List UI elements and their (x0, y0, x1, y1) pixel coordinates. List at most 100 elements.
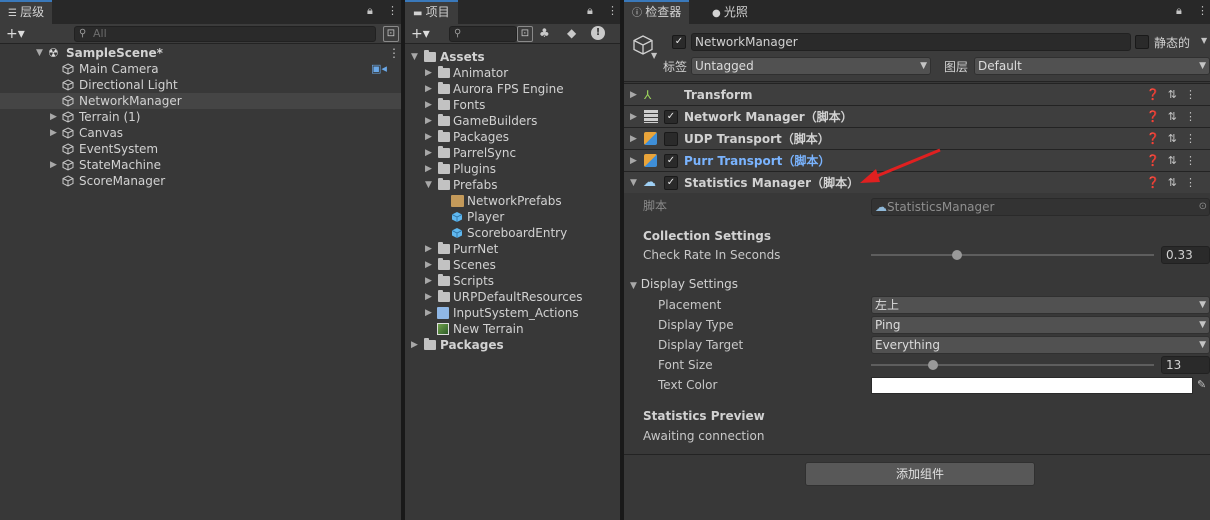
check-rate-slider-track[interactable] (871, 254, 1154, 256)
collapse-arrow-icon[interactable]: ▶ (425, 289, 432, 305)
create-button[interactable]: +▾ (411, 25, 430, 43)
collapse-arrow-icon[interactable]: ▶ (425, 305, 432, 321)
display-target-dropdown[interactable]: Everything ▼ (871, 336, 1210, 354)
component-header-icons[interactable]: ❓⇅⋮ (1146, 84, 1204, 106)
font-size-slider-handle[interactable] (928, 360, 938, 370)
collapse-arrow-icon[interactable]: ▶ (425, 97, 432, 113)
component-network-manager[interactable]: ▶ ✓ Network Manager（脚本） ❓⇅⋮ (624, 105, 1210, 127)
tag-dropdown[interactable]: Untagged ▼ (691, 57, 931, 75)
project-item-assets[interactable]: ▼ Assets (405, 49, 620, 65)
hierarchy-search-input[interactable]: ⚲ All (74, 26, 376, 42)
filter-by-label-icon[interactable]: ◆ (567, 26, 576, 40)
collapse-arrow-icon[interactable]: ▶ (425, 241, 432, 257)
active-checkbox[interactable]: ✓ (672, 35, 686, 49)
kebab-menu-icon[interactable]: ⋮ (607, 4, 618, 17)
object-picker-icon[interactable]: ⊙ (1199, 199, 1207, 215)
project-item-folder[interactable]: ▶ Fonts (405, 97, 620, 113)
tab-lighting[interactable]: ● 光照 (704, 0, 756, 24)
check-rate-slider-handle[interactable] (952, 250, 962, 260)
lock-icon[interactable]: 🔒︎ (367, 4, 373, 18)
tab-hierarchy[interactable]: ☰ 层级 (0, 0, 53, 24)
expand-arrow-icon[interactable]: ▼ (36, 45, 43, 61)
expand-arrow-icon[interactable]: ▼ (411, 49, 418, 65)
chevron-down-icon[interactable]: ▼ (651, 51, 657, 60)
project-item-folder[interactable]: ▶ Animator (405, 65, 620, 81)
project-item-folder[interactable]: ▶ ParrelSync (405, 145, 620, 161)
eyedropper-icon[interactable]: ✎ (1197, 375, 1206, 395)
component-header-icons[interactable]: ❓⇅⋮ (1146, 172, 1204, 194)
scene-row[interactable]: ▼ ☢ SampleScene* ⋮ (0, 45, 401, 61)
layer-dropdown[interactable]: Default ▼ (974, 57, 1210, 75)
project-item-folder[interactable]: ▶ Scenes (405, 257, 620, 273)
component-header-icons[interactable]: ❓⇅⋮ (1146, 150, 1204, 172)
project-item-input-actions[interactable]: ▶ InputSystem_Actions (405, 305, 620, 321)
scene-menu-icon[interactable]: ⋮ (388, 45, 400, 61)
kebab-menu-icon[interactable]: ⋮ (387, 4, 398, 17)
search-filter-icon[interactable]: ⊡ (383, 26, 399, 42)
collapse-arrow-icon[interactable]: ▶ (425, 257, 432, 273)
object-name-field[interactable]: NetworkManager (691, 33, 1131, 51)
hierarchy-item-networkmanager[interactable]: NetworkManager (0, 93, 401, 109)
project-item-folder[interactable]: ▶ PurrNet (405, 241, 620, 257)
collapse-arrow-icon[interactable]: ▶ (425, 273, 432, 289)
collapse-arrow-icon[interactable]: ▶ (50, 109, 57, 125)
project-item-folder[interactable]: ▶ Plugins (405, 161, 620, 177)
collapse-arrow-icon[interactable]: ▶ (425, 129, 432, 145)
collapse-arrow-icon[interactable]: ▶ (425, 145, 432, 161)
project-item-packages[interactable]: ▶ Packages (405, 337, 620, 353)
project-item-prefabs[interactable]: ▼ Prefabs (405, 177, 620, 193)
create-button[interactable]: +▾ (6, 25, 25, 43)
component-transform[interactable]: ▶ ⅄ Transform ❓⇅⋮ (624, 83, 1210, 105)
component-enabled-checkbox[interactable] (664, 132, 678, 146)
font-size-slider-track[interactable] (871, 364, 1154, 366)
component-header-icons[interactable]: ❓⇅⋮ (1146, 128, 1204, 150)
placement-dropdown[interactable]: 左上 ▼ (871, 296, 1210, 314)
project-item-terrain[interactable]: New Terrain (405, 321, 620, 337)
hierarchy-item-canvas[interactable]: ▶ Canvas (0, 125, 401, 141)
hierarchy-item-scoremanager[interactable]: ScoreManager (0, 173, 401, 189)
script-field[interactable]: ☁StatisticsManager ⊙ (871, 198, 1210, 216)
project-item-folder[interactable]: ▶ GameBuilders (405, 113, 620, 129)
expand-arrow-icon[interactable]: ▼ (425, 177, 432, 193)
project-item-prefab[interactable]: Player (405, 209, 620, 225)
collapse-arrow-icon[interactable]: ▶ (425, 81, 432, 97)
hierarchy-item-statemachine[interactable]: ▶ StateMachine (0, 157, 401, 173)
tab-inspector[interactable]: ⓘ 检查器 (624, 0, 690, 24)
project-search-input[interactable]: ⚲ (449, 26, 517, 42)
project-item-folder[interactable]: ▶ URPDefaultResources (405, 289, 620, 305)
collapse-arrow-icon[interactable]: ▶ (50, 157, 57, 173)
project-item-folder[interactable]: ▶ Scripts (405, 273, 620, 289)
collapse-arrow-icon[interactable]: ▶ (50, 125, 57, 141)
lock-icon[interactable]: 🔒︎ (1176, 4, 1182, 18)
collapse-arrow-icon[interactable]: ▶ (425, 161, 432, 177)
project-item-prefab[interactable]: ScoreboardEntry (405, 225, 620, 241)
project-item-folder[interactable]: ▶ Aurora FPS Engine (405, 81, 620, 97)
hierarchy-item-eventsystem[interactable]: EventSystem (0, 141, 401, 157)
hierarchy-item-main-camera[interactable]: Main Camera ▣◂ (0, 61, 401, 77)
component-enabled-checkbox[interactable]: ✓ (664, 154, 678, 168)
filter-by-type-icon[interactable]: ♣ (539, 26, 550, 40)
collapse-arrow-icon[interactable]: ▶ (425, 65, 432, 81)
expand-arrow-icon[interactable]: ▼ (630, 172, 637, 194)
collapse-arrow-icon[interactable]: ▶ (630, 84, 637, 106)
lock-icon[interactable]: 🔒︎ (587, 4, 593, 18)
collapse-arrow-icon[interactable]: ▶ (630, 150, 637, 172)
hierarchy-item-terrain[interactable]: ▶ Terrain (1) (0, 109, 401, 125)
collapse-arrow-icon[interactable]: ▶ (425, 113, 432, 129)
project-item-prefab[interactable]: NetworkPrefabs (405, 193, 620, 209)
search-filter-icon[interactable]: ⊡ (517, 26, 533, 42)
display-settings-foldout[interactable]: ▼ Display Settings (630, 277, 738, 295)
chevron-down-icon[interactable]: ▼ (1201, 36, 1207, 45)
project-item-folder[interactable]: ▶ Packages (405, 129, 620, 145)
static-checkbox[interactable] (1135, 35, 1149, 49)
component-header-icons[interactable]: ❓⇅⋮ (1146, 106, 1204, 128)
component-enabled-checkbox[interactable]: ✓ (664, 110, 678, 124)
text-color-swatch[interactable] (871, 377, 1193, 394)
component-enabled-checkbox[interactable]: ✓ (664, 176, 678, 190)
collapse-arrow-icon[interactable]: ▶ (411, 337, 418, 353)
font-size-value-field[interactable]: 13 (1161, 356, 1210, 374)
info-icon[interactable]: ! (591, 26, 605, 40)
display-type-dropdown[interactable]: Ping ▼ (871, 316, 1210, 334)
expand-arrow-icon[interactable]: ▼ (630, 281, 637, 291)
kebab-menu-icon[interactable]: ⋮ (1197, 4, 1208, 17)
